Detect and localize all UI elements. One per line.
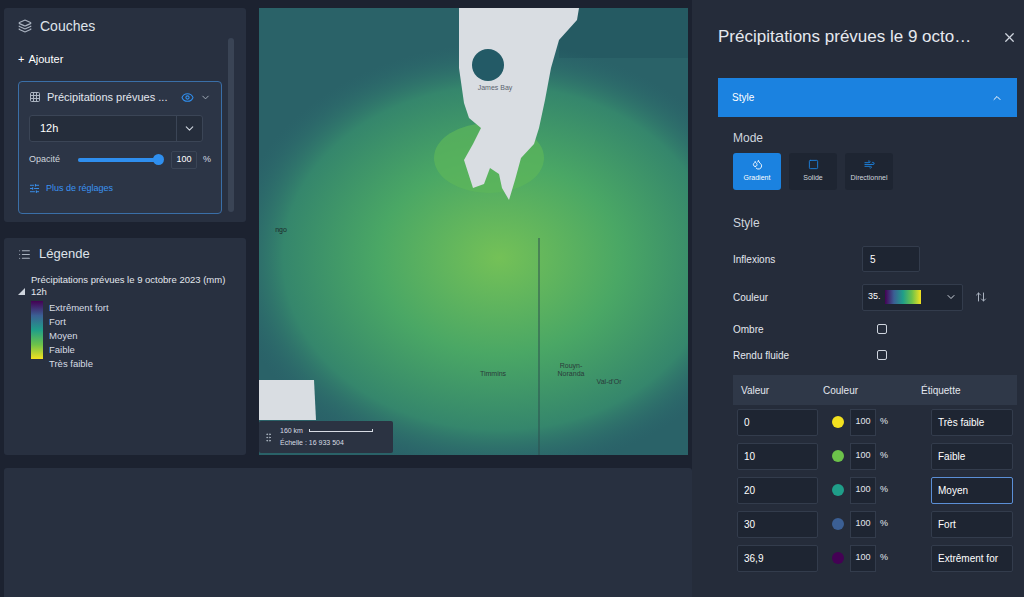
layers-panel: Couches +Ajouter Précipitations prévues ..… (4, 8, 246, 222)
legend-layer-title: Précipitations prévues le 9 octobre 2023… (31, 274, 238, 286)
swap-icon[interactable] (975, 291, 987, 303)
opacity-label: Opacité (29, 153, 72, 167)
more-settings[interactable]: Plus de réglages (29, 182, 211, 196)
mode-icon (864, 159, 875, 170)
scale-box: 160 kmÉchelle : 16 933 504 (259, 421, 393, 453)
map-label: Timmins (473, 370, 513, 378)
eye-icon[interactable] (181, 91, 194, 104)
layers-title: Couches (40, 16, 95, 37)
legend-panel: Légende Précipitations prévues le 9 octob… (4, 238, 246, 455)
map-label: Rouyn-Noranda (551, 362, 591, 378)
value-input[interactable]: 30 (737, 511, 818, 538)
legend-entry: Très faible (49, 357, 109, 371)
color-dot[interactable] (832, 518, 844, 530)
mode-button[interactable]: Gradient (733, 153, 781, 190)
list-icon (18, 248, 31, 261)
value-input[interactable]: 0 (737, 409, 818, 436)
table-row: 36,9100%Extrêment for (733, 541, 1017, 575)
label-input[interactable]: Extrêment for (931, 545, 1013, 572)
opacity-slider[interactable] (78, 158, 159, 162)
chevron-down-icon[interactable] (200, 92, 211, 103)
checkbox-label: Rendu fluide (733, 348, 877, 363)
bottom-panel (4, 468, 692, 597)
table-row: 30100%Fort (733, 507, 1017, 541)
label-input[interactable]: Fort (931, 511, 1013, 538)
legend-title: Légende (39, 244, 90, 264)
color-dot[interactable] (832, 552, 844, 564)
time-select[interactable]: 12h (29, 115, 203, 142)
color-ramp-swatch (885, 290, 921, 304)
map-label: James Bay (475, 84, 515, 92)
mode-icon (752, 159, 763, 170)
table-row: 0100%Très faible (733, 405, 1017, 439)
opacity-input[interactable]: 100 (850, 511, 876, 538)
opacity-input[interactable]: 100 (850, 443, 876, 470)
mode-button[interactable]: Directionnel (845, 153, 893, 190)
close-icon[interactable] (1002, 30, 1017, 45)
inflexions-input[interactable]: 5 (862, 246, 920, 272)
style-panel: Précipitations prévues le 9 octo… Style Mo… (692, 0, 1024, 597)
add-button[interactable]: +Ajouter (18, 50, 222, 68)
map-drawing (259, 8, 688, 455)
scale-distance: 160 km (280, 426, 303, 437)
legend-entry: Fort (49, 315, 109, 329)
sliders-icon (29, 183, 40, 194)
checkbox-label: Ombre (733, 322, 877, 337)
style-panel-title: Précipitations prévues le 9 octo… (718, 24, 994, 50)
label-input[interactable]: Moyen (931, 477, 1013, 504)
expand-icon[interactable] (18, 288, 25, 295)
legend-entry: Moyen (49, 329, 109, 343)
label-input[interactable]: Très faible (931, 409, 1013, 436)
style-label: Style (733, 214, 1017, 230)
layer-name: Précipitations prévues ... (47, 89, 175, 106)
column-header: Valeur (733, 383, 823, 398)
scale-ratio: Échelle : 16 933 504 (280, 438, 373, 449)
column-header: Étiquette (919, 383, 960, 398)
checkbox[interactable] (877, 350, 887, 360)
mode-icon (808, 159, 819, 170)
app: Couches +Ajouter Précipitations prévues ..… (0, 0, 1024, 597)
map-label: Val-d'Or (589, 378, 629, 386)
value-input[interactable]: 20 (737, 477, 818, 504)
checkbox[interactable] (877, 324, 887, 334)
legend-entry: Extrêment fort (49, 301, 109, 315)
opacity-input[interactable]: 100 (850, 409, 876, 436)
color-ramp-select[interactable]: 35. (862, 284, 963, 311)
layer-card[interactable]: Précipitations prévues ...12hOpacité100%… (18, 81, 222, 214)
mode-label: Mode (733, 129, 1017, 145)
layers-icon (18, 19, 32, 33)
label-input[interactable]: Faible (931, 443, 1013, 470)
table-row: 10100%Faible (733, 439, 1017, 473)
drag-icon[interactable] (263, 432, 274, 443)
dropdown-icon (945, 291, 957, 303)
map[interactable]: James Bay Timmins Rouyn-NorandaVal-d'Or ngo… (259, 8, 688, 455)
column-header: Couleur (823, 383, 919, 398)
style-section-header[interactable]: Style (718, 78, 1017, 117)
opacity-input[interactable]: 100 (171, 151, 197, 169)
scrollbar[interactable] (228, 38, 234, 212)
value-input[interactable]: 10 (737, 443, 818, 470)
color-dot[interactable] (832, 450, 844, 462)
legend-time: 12h (31, 286, 238, 298)
color-dot[interactable] (832, 484, 844, 496)
map-label: ngo (261, 226, 301, 234)
mode-button[interactable]: Solide (789, 153, 837, 190)
color-dot[interactable] (832, 416, 844, 428)
dropdown-icon (183, 122, 196, 135)
legend-entry: Faible (49, 343, 109, 357)
inflexions-label: Inflexions (733, 252, 862, 267)
opacity-input[interactable]: 100 (850, 477, 876, 504)
workspace: Couches +Ajouter Précipitations prévues ..… (0, 0, 692, 597)
value-input[interactable]: 36,9 (737, 545, 818, 572)
legend-gradient (31, 301, 43, 359)
raster-icon (29, 91, 41, 103)
opacity-input[interactable]: 100 (850, 545, 876, 572)
couleur-label: Couleur (733, 290, 862, 305)
chevron-up-icon (991, 92, 1003, 104)
table-row: 20100%Moyen (733, 473, 1017, 507)
color-table: ValeurCouleurÉtiquette0100%Très faible10… (733, 375, 1017, 575)
